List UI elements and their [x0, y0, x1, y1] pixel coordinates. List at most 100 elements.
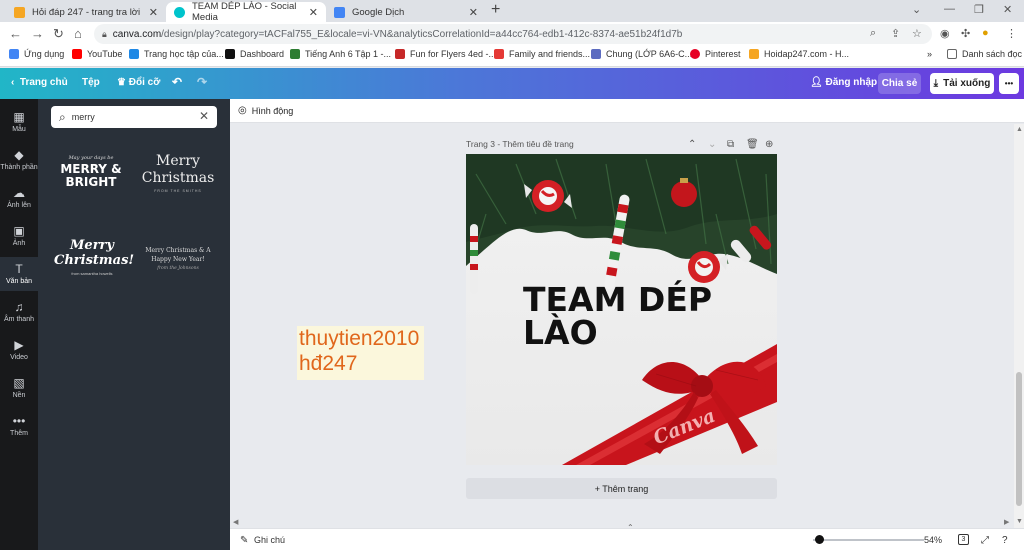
- file-menu-button[interactable]: Tệp: [82, 77, 100, 88]
- add-page-icon[interactable]: ⊕: [765, 139, 773, 150]
- reload-icon[interactable]: ↻: [53, 26, 64, 42]
- home-icon[interactable]: ⌂: [74, 26, 82, 41]
- new-tab-button[interactable]: +: [491, 1, 500, 19]
- close-icon[interactable]: ✕: [149, 6, 158, 19]
- text-template-merry-christmas-new-year[interactable]: Merry Christmas & A Happy New Year! from…: [140, 246, 216, 271]
- animate-button[interactable]: ◎ Hình động: [238, 105, 293, 116]
- login-button[interactable]: 👤︎ Đăng nhập: [810, 77, 877, 88]
- chevron-up-icon[interactable]: ⌃: [627, 523, 634, 532]
- close-icon[interactable]: ✕: [309, 6, 318, 19]
- globe-icon: [290, 49, 300, 59]
- rail-item-photos[interactable]: ▣ Ảnh: [0, 221, 38, 251]
- bookmark-youtube[interactable]: YouTube: [72, 49, 122, 59]
- bookmark-family-friends[interactable]: Family and friends...: [494, 49, 590, 59]
- scroll-down-icon[interactable]: ▼: [1016, 518, 1023, 525]
- scrollbar-thumb[interactable]: [1016, 372, 1022, 506]
- teams-icon: [591, 49, 601, 59]
- canva-favicon-icon: [174, 6, 185, 18]
- star-icon[interactable]: ☆: [912, 27, 922, 40]
- more-options-button[interactable]: •••: [999, 73, 1019, 94]
- more-bookmarks-button[interactable]: »: [927, 49, 932, 59]
- clear-search-icon[interactable]: ✕: [199, 109, 209, 123]
- share-icon[interactable]: ⇪: [891, 27, 900, 40]
- restore-icon[interactable]: ❐: [974, 3, 984, 16]
- rail-item-templates[interactable]: ▦ Mẫu: [0, 107, 38, 137]
- download-button[interactable]: ⤓ Tải xuống: [930, 73, 994, 94]
- rail-item-audio[interactable]: ♫ Âm thanh: [0, 297, 38, 327]
- search-box: ⌕ ✕: [51, 106, 217, 128]
- forward-icon[interactable]: →: [31, 26, 44, 41]
- search-input[interactable]: [71, 112, 192, 122]
- puzzle-icon[interactable]: ✣: [961, 27, 970, 40]
- bookmark-class[interactable]: Chung (LỚP 6A6-C...: [591, 49, 692, 59]
- notes-button[interactable]: Ghi chú: [254, 535, 285, 545]
- rail-item-text[interactable]: T Văn bản: [0, 257, 38, 291]
- page-count-button[interactable]: 3: [958, 534, 969, 545]
- rail-item-video[interactable]: ▶ Video: [0, 335, 38, 365]
- undo-icon[interactable]: ↶: [172, 75, 182, 89]
- user-icon: 👤︎: [810, 77, 826, 88]
- background-icon: ▧: [13, 376, 25, 390]
- hoidap-favicon-icon: [14, 6, 25, 18]
- reading-list-button[interactable]: Danh sách đọc: [947, 49, 1022, 59]
- scroll-up-icon[interactable]: ▲: [1016, 126, 1023, 133]
- rail-item-elements[interactable]: ◆ Thành phần: [0, 145, 38, 175]
- extension-icon[interactable]: ◉: [940, 27, 950, 40]
- search-icon[interactable]: ⌕: [870, 27, 876, 40]
- bookmark-flyers[interactable]: Fun for Flyers 4ed -...: [395, 49, 496, 59]
- home-button[interactable]: ‹ Trang chủ: [11, 77, 68, 88]
- zoom-slider-thumb[interactable]: [815, 535, 824, 544]
- scroll-left-icon[interactable]: ◀: [233, 518, 238, 526]
- chevron-down-icon[interactable]: ⌄: [912, 3, 921, 16]
- chevron-down-icon[interactable]: ⌄: [708, 139, 716, 150]
- text-template-merry-bright[interactable]: May your days be MERRY & BRIGHT: [52, 155, 130, 189]
- rail-item-background[interactable]: ▧ Nền: [0, 373, 38, 403]
- editor-toolbar: ◎ Hình động: [230, 99, 1024, 123]
- minimize-icon[interactable]: —: [944, 3, 955, 15]
- photo-icon: ▣: [13, 224, 25, 238]
- tab-title: Google Dịch: [352, 6, 405, 18]
- zoom-slider[interactable]: [813, 539, 924, 541]
- lock-icon[interactable]: 🔒︎: [102, 29, 107, 40]
- duplicate-page-icon[interactable]: ⧉: [727, 139, 734, 150]
- rail-item-uploads[interactable]: ☁ Ảnh lên: [0, 183, 38, 213]
- bookmark-english[interactable]: Tiếng Anh 6 Tập 1 -...: [290, 49, 391, 59]
- bookmark-apps[interactable]: Ứng dụng: [9, 49, 64, 59]
- editor-footer: ✎ Ghi chú ⌃ 54% 3 ⤢ ?: [230, 523, 1024, 550]
- vertical-scrollbar[interactable]: ▲ ▼: [1014, 124, 1024, 528]
- close-icon[interactable]: ✕: [469, 6, 478, 19]
- bookmark-study[interactable]: Trang học tập của...: [129, 49, 224, 59]
- share-button[interactable]: Chia sẻ: [878, 73, 921, 94]
- menu-icon[interactable]: ⋮: [1006, 27, 1017, 40]
- profile-avatar-icon[interactable]: ●: [982, 27, 989, 39]
- tab-canva[interactable]: TEAM DÉP LÀO - Social Media ✕: [166, 1, 326, 23]
- add-page-button[interactable]: + Thêm trang: [466, 478, 777, 499]
- notes-icon[interactable]: ✎: [240, 535, 248, 546]
- text-template-merry-christmas[interactable]: Merry Christmas FROM THE SMITHS: [140, 153, 216, 193]
- delete-page-icon[interactable]: 🗑︎: [746, 139, 759, 150]
- redo-icon[interactable]: ↷: [197, 75, 207, 89]
- headline-text[interactable]: TEAM DÉP LÀO: [523, 283, 712, 349]
- text-template-merry-christmas-script[interactable]: Merry Christmas! from samantha howells: [54, 238, 134, 276]
- tab-hoidap[interactable]: Hỏi đáp 247 - trang tra lời ✕: [6, 2, 166, 22]
- crown-icon: ♛: [117, 77, 129, 88]
- resize-button[interactable]: ♛ Đổi cỡ: [117, 77, 160, 88]
- fullscreen-icon[interactable]: ⤢: [981, 535, 989, 546]
- window-close-icon[interactable]: ✕: [1003, 3, 1012, 16]
- bookmark-pinterest[interactable]: Pinterest: [690, 49, 741, 59]
- back-icon[interactable]: ←: [9, 26, 22, 41]
- bookmark-dashboard[interactable]: Dashboard: [225, 49, 284, 59]
- dashboard-icon: [225, 49, 235, 59]
- tab-title: Hỏi đáp 247 - trang tra lời: [32, 6, 141, 18]
- help-icon[interactable]: ?: [1002, 535, 1008, 546]
- text-panel: ⌕ ✕ May your days be MERRY & BRIGHT Merr…: [38, 99, 230, 550]
- tab-google-translate[interactable]: Google Dịch ✕: [326, 2, 486, 22]
- rail-item-more[interactable]: ••• Thêm: [0, 411, 38, 441]
- bookmark-hoidap247[interactable]: Hoidap247.com - H...: [749, 49, 849, 59]
- address-bar[interactable]: 🔒︎ canva.com/design/play?category=tACFal…: [94, 24, 932, 44]
- scroll-right-icon[interactable]: ▶: [1004, 518, 1009, 526]
- zoom-level[interactable]: 54%: [924, 535, 942, 545]
- more-dots-icon: •••: [12, 414, 26, 428]
- chevron-up-icon[interactable]: ⌃: [688, 139, 696, 150]
- page-title[interactable]: Trang 3 - Thêm tiêu đề trang: [466, 139, 574, 149]
